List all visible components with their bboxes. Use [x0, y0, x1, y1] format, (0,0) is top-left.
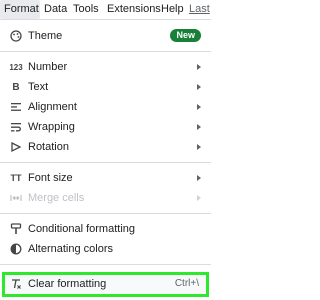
- menu-bar: Format Data Tools Extensions Help Last: [0, 0, 211, 19]
- menu-item-text[interactable]: B Text: [0, 77, 211, 97]
- menu-item-font-size[interactable]: TT Font size: [0, 168, 211, 188]
- new-badge: New: [170, 29, 201, 42]
- submenu-arrow-icon: [197, 64, 201, 70]
- submenu-arrow-icon: [197, 195, 201, 201]
- menu-item-label: Merge cells: [28, 192, 85, 204]
- last-edit-link[interactable]: Last: [189, 0, 210, 19]
- menu-item-number[interactable]: 123 Number: [0, 57, 211, 77]
- menu-item-merge-cells: Merge cells: [0, 188, 211, 208]
- clear-format-icon: [10, 278, 22, 290]
- menu-item-conditional-formatting[interactable]: Conditional formatting: [0, 219, 211, 239]
- menu-item-alignment[interactable]: Alignment: [0, 97, 211, 117]
- number-format-icon: 123: [9, 62, 23, 72]
- menu-divider: [0, 264, 211, 265]
- menu-item-alternating-colors[interactable]: Alternating colors: [0, 239, 211, 259]
- menubar-tools[interactable]: Tools: [73, 0, 99, 19]
- menu-item-clear-formatting[interactable]: Clear formatting Ctrl+\: [0, 274, 211, 294]
- menu-item-wrapping[interactable]: Wrapping: [0, 117, 211, 137]
- submenu-arrow-icon: [197, 144, 201, 150]
- menu-item-theme[interactable]: Theme New: [0, 26, 211, 46]
- menu-item-label: Text: [28, 81, 49, 93]
- bold-icon: B: [12, 81, 20, 93]
- palette-icon: [10, 30, 22, 42]
- menu-item-label: Alternating colors: [28, 243, 113, 255]
- text-wrap-icon: [10, 121, 22, 133]
- menu-item-label: Clear formatting: [28, 278, 107, 290]
- menu-divider: [0, 51, 211, 52]
- menu-divider: [0, 162, 211, 163]
- keyboard-shortcut: Ctrl+\: [174, 278, 199, 289]
- menubar-data[interactable]: Data: [44, 0, 67, 19]
- menu-item-label: Alignment: [28, 101, 77, 113]
- merge-cells-icon: [10, 192, 22, 204]
- submenu-arrow-icon: [197, 84, 201, 90]
- menu-item-label: Rotation: [28, 141, 69, 153]
- font-size-icon: TT: [10, 173, 22, 183]
- menu-item-label: Wrapping: [28, 121, 75, 133]
- menubar-extensions[interactable]: Extensions: [107, 0, 161, 19]
- menu-divider: [0, 213, 211, 214]
- submenu-arrow-icon: [197, 124, 201, 130]
- menu-item-label: Theme: [28, 30, 63, 42]
- half-circle-icon: [10, 243, 22, 255]
- format-menu: Theme New 123 Number B Text Alignment Wr…: [0, 19, 211, 300]
- menu-item-label: Font size: [28, 172, 73, 184]
- menu-item-label: Conditional formatting: [28, 223, 136, 235]
- menubar-help[interactable]: Help: [161, 0, 184, 19]
- text-rotation-icon: [10, 141, 22, 153]
- menu-item-label: Number: [28, 61, 68, 73]
- submenu-arrow-icon: [197, 175, 201, 181]
- align-left-icon: [10, 101, 22, 113]
- menu-item-rotation[interactable]: Rotation: [0, 137, 211, 157]
- paint-roller-icon: [10, 223, 22, 235]
- submenu-arrow-icon: [197, 104, 201, 110]
- menubar-format[interactable]: Format: [0, 0, 40, 19]
